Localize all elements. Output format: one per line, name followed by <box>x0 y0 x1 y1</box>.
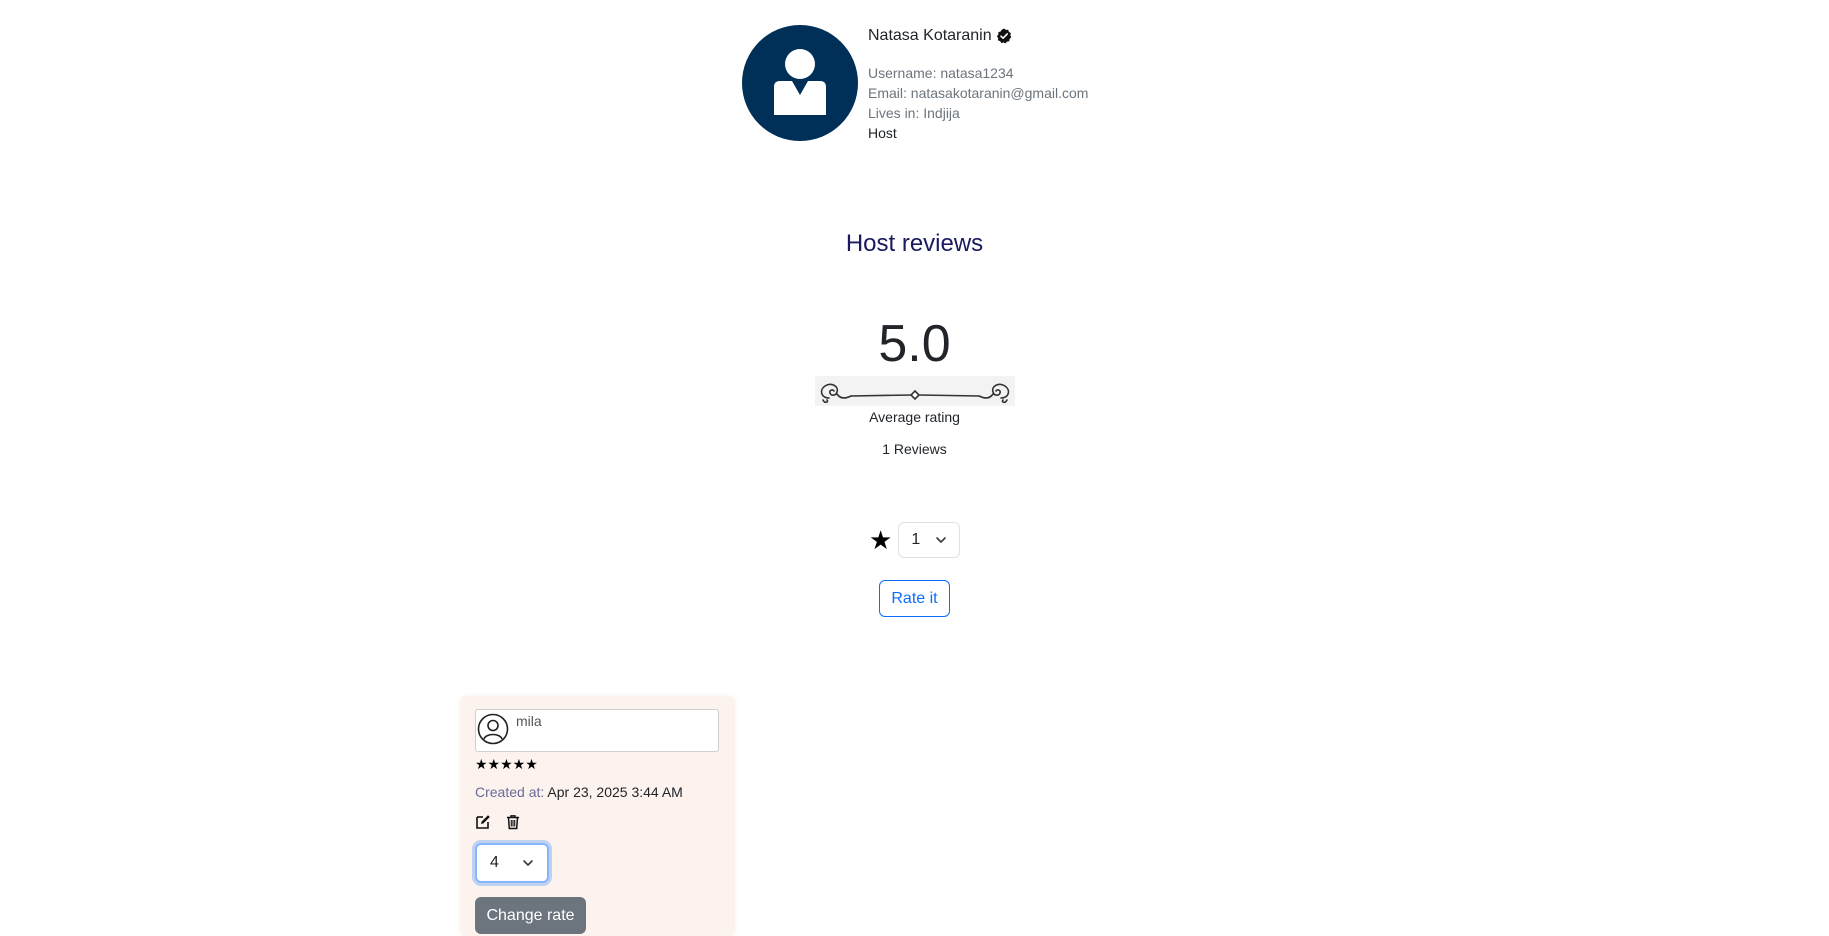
chevron-down-icon <box>936 537 947 543</box>
profile-info: Natasa Kotaranin Username: natasa1234 Em… <box>868 25 1088 143</box>
profile-email: Email: natasakotaranin@gmail.com <box>868 85 1089 101</box>
review-actions <box>475 814 521 830</box>
chevron-down-icon <box>523 860 533 866</box>
ornament-divider-graphic <box>820 383 1010 404</box>
edit-icon[interactable] <box>475 814 491 830</box>
change-rate-select-value: 4 <box>490 854 499 871</box>
average-rating-label: Average rating <box>869 409 960 425</box>
reviewer-box: mila <box>475 709 719 752</box>
verified-badge-icon <box>996 28 1011 44</box>
reviews-title: Host reviews <box>845 230 984 257</box>
star-icon: ★ <box>869 525 893 555</box>
change-rate-select[interactable]: 4 <box>475 843 549 883</box>
profile-role: Host <box>868 125 897 141</box>
trash-icon[interactable] <box>505 814 521 830</box>
profile-name-row: Natasa Kotaranin <box>868 25 1088 47</box>
review-card: mila ★★★★★ Created at: Apr 23, 2025 3:44… <box>460 696 735 936</box>
profile-username: Username: natasa1234 <box>868 65 1014 81</box>
change-rate-button[interactable]: Change rate <box>475 897 586 934</box>
review-created-row: Created at: Apr 23, 2025 3:44 AM <box>475 784 683 800</box>
avatar <box>742 25 858 141</box>
user-avatar-icon <box>774 49 826 115</box>
created-at-value: Apr 23, 2025 3:44 AM <box>547 784 683 800</box>
ornament-divider <box>815 376 1015 406</box>
rate-it-button[interactable]: Rate it <box>879 580 950 617</box>
reviewer-name: mila <box>516 713 542 729</box>
rate-select[interactable]: 1 <box>898 522 961 558</box>
rate-select-value: 1 <box>911 531 921 548</box>
rate-control: ★ 1 <box>869 522 961 558</box>
review-stars: ★★★★★ <box>475 756 538 772</box>
user-circle-icon <box>477 713 509 745</box>
average-rating-value: 5.0 <box>878 315 951 373</box>
profile-location: Lives in: Indjija <box>868 105 960 121</box>
profile-name: Natasa Kotaranin <box>868 27 992 44</box>
review-count: 1 Reviews <box>882 441 947 457</box>
profile-header: Natasa Kotaranin Username: natasa1234 Em… <box>742 25 1242 145</box>
created-at-label: Created at: <box>475 784 545 800</box>
